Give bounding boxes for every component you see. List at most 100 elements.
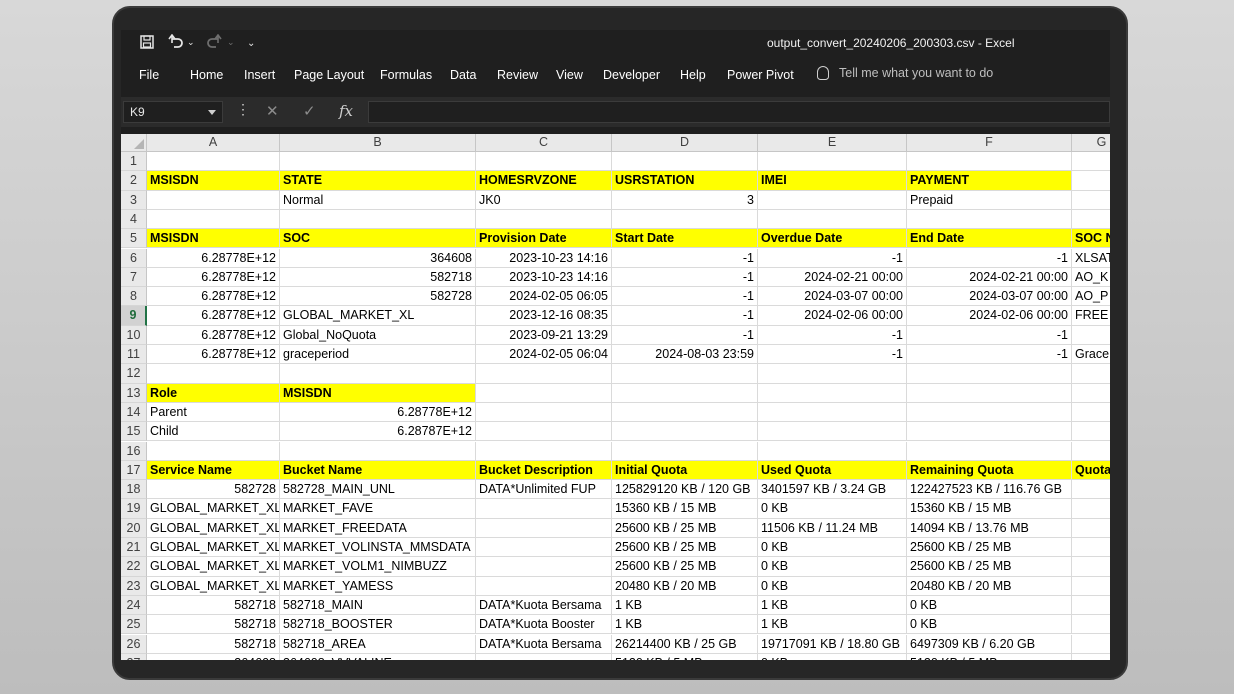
cell-d1[interactable]: [612, 152, 758, 172]
cell-e15[interactable]: [758, 422, 907, 442]
cell-f23[interactable]: 20480 KB / 20 MB: [907, 576, 1072, 596]
cancel-icon[interactable]: ✕: [266, 102, 279, 120]
cell-e8[interactable]: 2024-03-07 00:00: [758, 287, 907, 307]
row-header-6[interactable]: 6: [121, 248, 147, 268]
cell-g15[interactable]: [1072, 422, 1110, 442]
cell-a16[interactable]: [147, 441, 280, 461]
redo-icon[interactable]: [206, 34, 222, 50]
cell-f20[interactable]: 14094 KB / 13.76 MB: [907, 518, 1072, 538]
cell-g23[interactable]: [1072, 577, 1110, 596]
cell-g25[interactable]: [1072, 615, 1110, 635]
row-header-2[interactable]: 2: [121, 171, 147, 191]
cell-b18[interactable]: 582728_MAIN_UNL: [280, 480, 476, 500]
cell-c17[interactable]: Bucket Description: [476, 460, 612, 481]
cell-c23[interactable]: [476, 576, 612, 596]
cell-a2[interactable]: MSISDN: [147, 171, 280, 191]
cell-d14[interactable]: [612, 402, 758, 423]
cell-f10[interactable]: -1: [907, 325, 1072, 345]
cell-b19[interactable]: MARKET_FAVE: [280, 499, 476, 519]
redo-dropdown-icon[interactable]: ⌄: [227, 34, 235, 52]
cell-g20[interactable]: [1072, 519, 1110, 538]
cell-b14[interactable]: 6.28778E+12: [280, 402, 476, 423]
cell-a23[interactable]: GLOBAL_MARKET_XL: [147, 576, 280, 596]
tab-file[interactable]: File: [139, 68, 159, 82]
cell-e2[interactable]: IMEI: [758, 171, 907, 191]
cell-f4[interactable]: [907, 209, 1072, 230]
cell-c4[interactable]: [476, 209, 612, 230]
row-header-7[interactable]: 7: [121, 267, 147, 288]
cell-f24[interactable]: 0 KB: [907, 595, 1072, 616]
cell-b6[interactable]: 364608: [280, 248, 476, 268]
cell-b16[interactable]: [280, 441, 476, 461]
cell-c2[interactable]: HOMESRVZONE: [476, 171, 612, 191]
cell-d18[interactable]: 125829120 KB / 120 GB: [612, 480, 758, 500]
cell-d8[interactable]: -1: [612, 287, 758, 307]
tab-insert[interactable]: Insert: [244, 68, 275, 82]
cell-c24[interactable]: DATA*Kuota Bersama: [476, 595, 612, 616]
cell-d17[interactable]: Initial Quota: [612, 460, 758, 481]
row-header-15[interactable]: 15: [121, 422, 147, 442]
cell-b13[interactable]: MSISDN: [280, 383, 476, 403]
cell-d6[interactable]: -1: [612, 248, 758, 268]
cell-c21[interactable]: [476, 538, 612, 558]
cell-c10[interactable]: 2023-09-21 13:29: [476, 325, 612, 345]
row-header-5[interactable]: 5: [121, 229, 147, 249]
cell-d13[interactable]: [612, 383, 758, 403]
cell-f25[interactable]: 0 KB: [907, 615, 1072, 635]
cell-a24[interactable]: 582718: [147, 595, 280, 616]
insert-function-icon[interactable]: fx: [339, 102, 353, 120]
cell-e24[interactable]: 1 KB: [758, 595, 907, 616]
row-header-20[interactable]: 20: [121, 518, 147, 538]
cell-g6[interactable]: XLSAT: [1072, 249, 1110, 268]
cell-a15[interactable]: Child: [147, 422, 280, 442]
row-header-18[interactable]: 18: [121, 480, 147, 500]
column-header-a[interactable]: A: [147, 134, 280, 152]
row-header-11[interactable]: 11: [121, 345, 147, 365]
cell-c3[interactable]: JK0: [476, 190, 612, 210]
cell-f3[interactable]: Prepaid: [907, 190, 1072, 210]
cell-e17[interactable]: Used Quota: [758, 460, 907, 481]
row-header-3[interactable]: 3: [121, 190, 147, 210]
more-options-icon[interactable]: ⋮: [236, 102, 250, 118]
cell-a5[interactable]: MSISDN: [147, 229, 280, 249]
cell-f19[interactable]: 15360 KB / 15 MB: [907, 499, 1072, 519]
cell-f16[interactable]: [907, 441, 1072, 461]
cell-e25[interactable]: 1 KB: [758, 615, 907, 635]
cell-g2[interactable]: [1072, 171, 1110, 191]
tell-me-search[interactable]: Tell me what you want to do: [817, 66, 993, 80]
column-header-b[interactable]: B: [280, 134, 476, 152]
tab-help[interactable]: Help: [680, 68, 706, 82]
cell-c6[interactable]: 2023-10-23 14:16: [476, 248, 612, 268]
row-header-12[interactable]: 12: [121, 364, 147, 384]
cell-d11[interactable]: 2024-08-03 23:59: [612, 345, 758, 365]
cell-a8[interactable]: 6.28778E+12: [147, 287, 280, 307]
cell-g4[interactable]: [1072, 210, 1110, 230]
cell-e6[interactable]: -1: [758, 248, 907, 268]
cell-g22[interactable]: [1072, 557, 1110, 577]
cell-e20[interactable]: 11506 KB / 11.24 MB: [758, 518, 907, 538]
cell-e13[interactable]: [758, 383, 907, 403]
cell-b3[interactable]: Normal: [280, 190, 476, 210]
cell-a11[interactable]: 6.28778E+12: [147, 345, 280, 365]
cell-b8[interactable]: 582728: [280, 287, 476, 307]
cell-g13[interactable]: [1072, 384, 1110, 403]
cell-b2[interactable]: STATE: [280, 171, 476, 191]
cell-c19[interactable]: [476, 499, 612, 519]
cell-d9[interactable]: -1: [612, 306, 758, 326]
cell-e19[interactable]: 0 KB: [758, 499, 907, 519]
cell-g10[interactable]: [1072, 326, 1110, 345]
cell-c7[interactable]: 2023-10-23 14:16: [476, 267, 612, 288]
tab-home[interactable]: Home: [190, 68, 223, 82]
cell-f8[interactable]: 2024-03-07 00:00: [907, 287, 1072, 307]
cell-c18[interactable]: DATA*Unlimited FUP: [476, 480, 612, 500]
row-header-16[interactable]: 16: [121, 441, 147, 461]
cell-g19[interactable]: [1072, 499, 1110, 519]
cell-f17[interactable]: Remaining Quota: [907, 460, 1072, 481]
cell-e12[interactable]: [758, 364, 907, 384]
cell-g12[interactable]: [1072, 364, 1110, 384]
cell-e11[interactable]: -1: [758, 345, 907, 365]
cell-f14[interactable]: [907, 402, 1072, 423]
cell-a25[interactable]: 582718: [147, 615, 280, 635]
tab-formulas[interactable]: Formulas: [380, 68, 432, 82]
cell-a17[interactable]: Service Name: [147, 460, 280, 481]
